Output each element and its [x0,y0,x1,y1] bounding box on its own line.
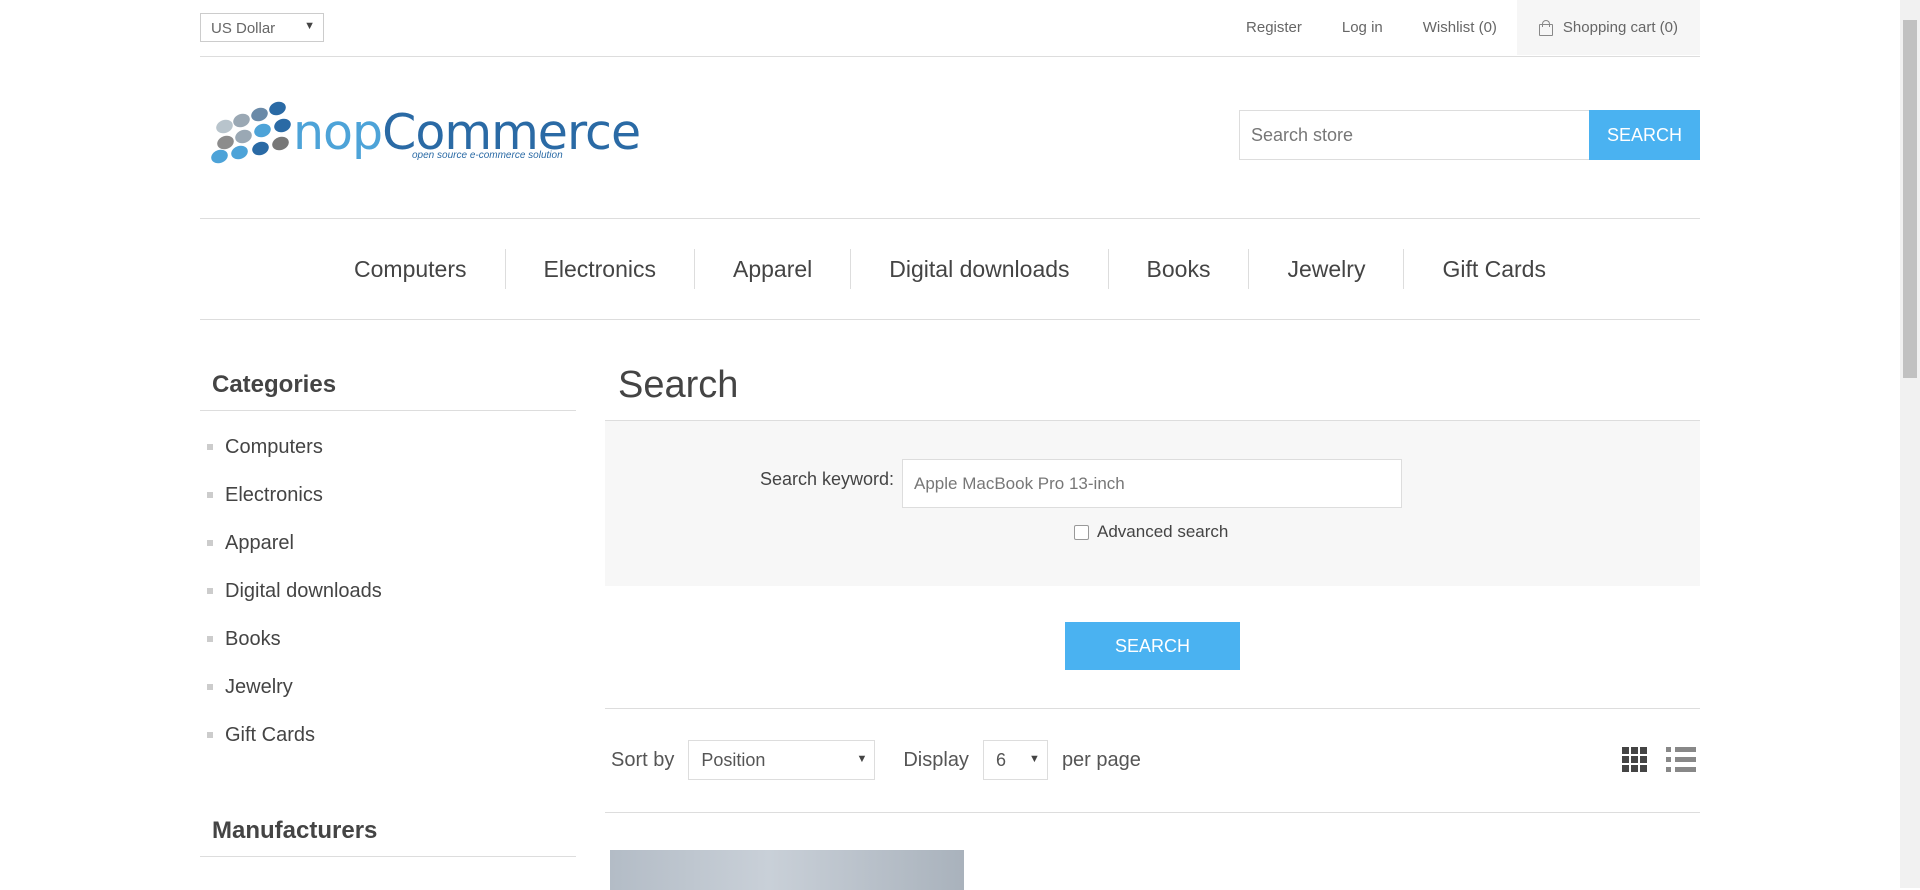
top-menu-item-gift-cards[interactable]: Gift Cards [1403,249,1584,289]
advanced-search-label: Advanced search [1097,522,1229,541]
shopping-bag-icon [1538,19,1553,36]
page-scrollbar[interactable] [1900,0,1920,888]
login-link[interactable]: Log in [1342,19,1383,36]
page-size-value: 6 [995,749,1006,770]
advanced-search-toggle[interactable]: Advanced search [1074,522,1228,542]
logo-dots-icon [204,99,294,170]
search-keyword-input[interactable]: Apple MacBook Pro 13-inch [902,459,1402,508]
category-label: Books [225,627,281,650]
grid-view-icon[interactable] [1622,747,1648,773]
per-page-label: per page [1061,748,1141,771]
currency-selector[interactable]: US Dollar ▼ [200,13,324,42]
advanced-search-checkbox[interactable] [1074,524,1089,540]
product-selectors: Sort by Position ▼ Display 6 ▼ per page [605,708,1700,813]
top-menu-item-apparel[interactable]: Apparel [693,249,850,289]
search-submit-button[interactable]: SEARCH [1065,622,1240,670]
display-label: Display [903,748,969,771]
manufacturers-title: Manufacturers [200,802,576,857]
category-item-gift-cards[interactable]: Gift Cards [200,711,576,759]
bullet-icon [207,684,213,690]
view-mode-switch [1622,747,1696,773]
store-logo[interactable]: nopCommerce open source e-commerce solut… [204,99,641,170]
shopping-cart-label: Shopping cart (0) [1562,19,1678,36]
top-menu-item-electronics[interactable]: Electronics [504,249,694,289]
category-item-apparel[interactable]: Apparel [200,519,576,567]
chevron-down-icon: ▼ [1029,753,1040,765]
sort-by-select[interactable]: Position ▼ [688,740,876,780]
list-view-icon[interactable] [1666,747,1696,773]
page-title: Search [605,356,1700,421]
chevron-down-icon: ▼ [856,753,868,765]
scrollbar-thumb[interactable] [1903,20,1917,378]
category-label: Computers [225,435,323,458]
shopping-cart-link[interactable]: Shopping cart (0) [1516,0,1700,55]
categories-title: Categories [200,356,576,411]
header-links: Register Log in Wishlist (0) Shopping ca… [1206,0,1700,55]
top-menu-items: Computers Electronics Apparel Digital downl… [200,249,1700,289]
top-menu-item-books[interactable]: Books [1107,249,1249,289]
bullet-icon [207,588,213,594]
sort-by-label: Sort by [611,748,675,771]
header-links-bar: US Dollar ▼ Register Log in Wishlist (0)… [200,0,1700,57]
currency-value: US Dollar [211,20,276,37]
selectors-row: Sort by Position ▼ Display 6 ▼ per page [611,740,1141,780]
category-item-electronics[interactable]: Electronics [200,471,576,519]
store-search-input[interactable]: Search store [1239,110,1589,160]
category-item-jewelry[interactable]: Jewelry [200,663,576,711]
bullet-icon [207,540,213,546]
register-link[interactable]: Register [1246,19,1302,36]
manufacturers-block: Manufacturers [200,802,576,857]
category-item-digital-downloads[interactable]: Digital downloads [200,567,576,615]
store-search: Search store SEARCH [1239,110,1700,160]
top-menu-item-jewelry[interactable]: Jewelry [1248,249,1403,289]
bullet-icon [207,732,213,738]
top-menu-item-digital-downloads[interactable]: Digital downloads [850,249,1107,289]
top-menu-item-computers[interactable]: Computers [316,249,504,289]
bullet-icon [207,636,213,642]
search-keyword-label: Search keyword: [760,469,895,489]
bullet-icon [207,492,213,498]
wishlist-link[interactable]: Wishlist (0) [1423,19,1497,36]
logo-tagline: open source e-commerce solution [412,150,563,161]
side-column: Categories Computers Electronics Apparel Di… [200,356,576,857]
category-item-books[interactable]: Books [200,615,576,663]
search-input-panel: Search keyword: Apple MacBook Pro 13-inc… [605,421,1700,586]
category-label: Digital downloads [225,579,382,602]
categories-list: Computers Electronics Apparel Digital downl… [200,411,576,759]
category-label: Jewelry [225,675,293,698]
store-search-button[interactable]: SEARCH [1589,110,1700,160]
page-size-select[interactable]: 6 ▼ [982,740,1048,780]
category-item-computers[interactable]: Computers [200,423,576,471]
center-column: Search Search keyword: Apple MacBook Pro… [605,356,1700,890]
category-label: Apparel [225,531,294,554]
category-label: Electronics [225,483,323,506]
chevron-down-icon: ▼ [304,20,315,32]
product-picture[interactable] [610,850,964,890]
category-label: Gift Cards [225,723,316,746]
sort-by-value: Position [701,749,766,770]
top-menu: Computers Electronics Apparel Digital downl… [200,218,1700,320]
bullet-icon [207,444,213,450]
page-master: US Dollar ▼ Register Log in Wishlist (0)… [200,0,1700,890]
